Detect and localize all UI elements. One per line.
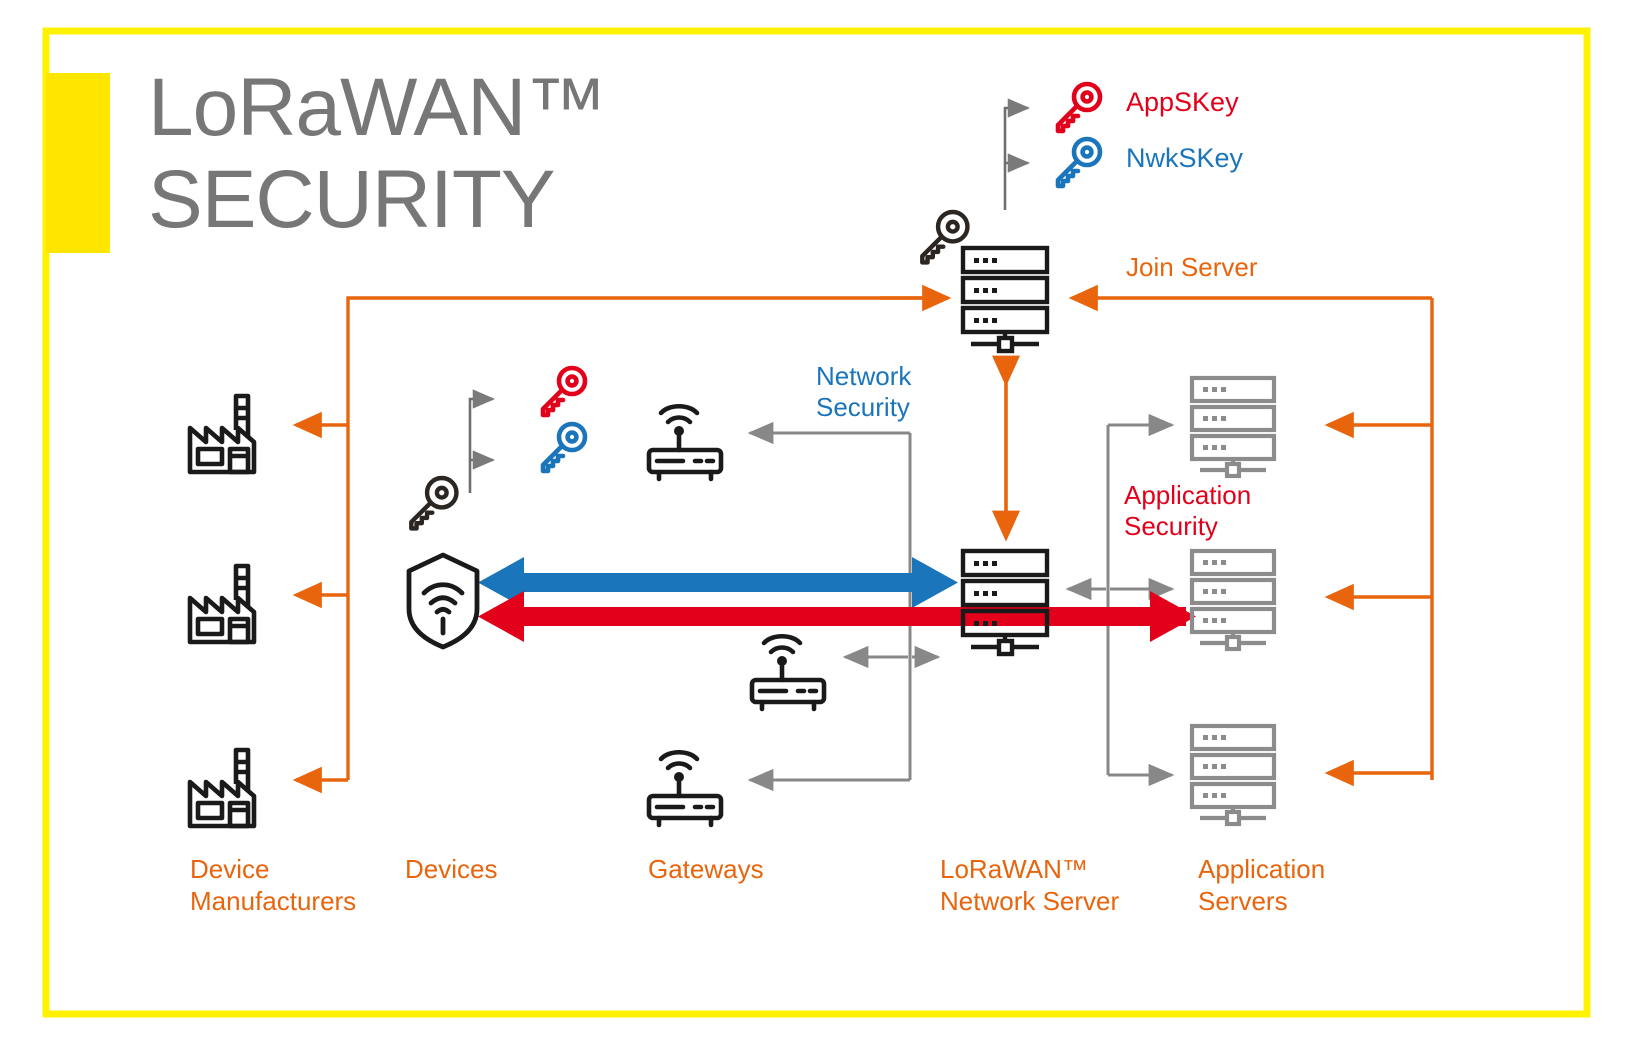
nwkskey-label: NwkSKey xyxy=(1126,143,1244,173)
network-security-flow-arrow xyxy=(478,557,958,608)
lorawan-network-server-icon xyxy=(960,548,1050,657)
column-label-network-server-line2: Network Server xyxy=(940,886,1120,916)
application-server-icon xyxy=(1189,723,1277,827)
column-label-application-servers-line2: Servers xyxy=(1198,886,1288,916)
column-label-application-servers-line1: Application xyxy=(1198,854,1326,884)
device-root-key-icon xyxy=(409,475,459,531)
device-appskey-key-icon xyxy=(540,365,588,418)
join-server-root-key-icon xyxy=(920,209,970,265)
appskey-key-icon xyxy=(1055,81,1103,134)
shield-wifi-icon xyxy=(406,552,480,650)
join-server-key-derivation-bracket xyxy=(1003,98,1031,210)
device-nwkskey-key-icon xyxy=(540,421,588,474)
factory-icon xyxy=(187,563,257,645)
network-server-to-gateways-connector xyxy=(747,421,941,792)
join-server-label: Join Server xyxy=(1126,252,1258,282)
network-security-label-line1: Network xyxy=(816,361,912,391)
column-label-device-manufacturers-line1: Device xyxy=(190,854,270,884)
column-label-devices: Devices xyxy=(405,854,498,884)
page-title-line1: LoRaWAN™ xyxy=(148,62,607,153)
nwkskey-key-icon xyxy=(1055,136,1103,189)
diagram-canvas: LoRaWAN™ SECURITY AppSKey NwkSKey Join S… xyxy=(0,0,1636,1060)
application-security-flow-arrow xyxy=(478,591,1196,642)
factory-icon xyxy=(187,393,257,475)
column-label-device-manufacturers-line2: Manufacturers xyxy=(190,886,357,916)
gateway-router-icon xyxy=(749,633,827,712)
application-server-icon xyxy=(1189,375,1277,479)
yellow-accent-block xyxy=(46,73,110,253)
network-security-label-line2: Security xyxy=(816,392,910,422)
column-label-network-server-line1: LoRaWAN™ xyxy=(940,854,1088,884)
device-key-derivation-bracket xyxy=(468,389,496,493)
join-server-icon xyxy=(960,245,1050,354)
application-server-icon xyxy=(1189,548,1277,652)
application-security-label-line2: Security xyxy=(1124,511,1218,541)
page-title-line2: SECURITY xyxy=(148,154,556,245)
application-security-label-line1: Application xyxy=(1124,480,1252,510)
gateway-router-icon xyxy=(646,749,724,828)
gateway-router-icon xyxy=(646,403,724,482)
factory-icon xyxy=(187,747,257,829)
appskey-label: AppSKey xyxy=(1126,87,1239,117)
column-label-gateways: Gateways xyxy=(648,854,764,884)
